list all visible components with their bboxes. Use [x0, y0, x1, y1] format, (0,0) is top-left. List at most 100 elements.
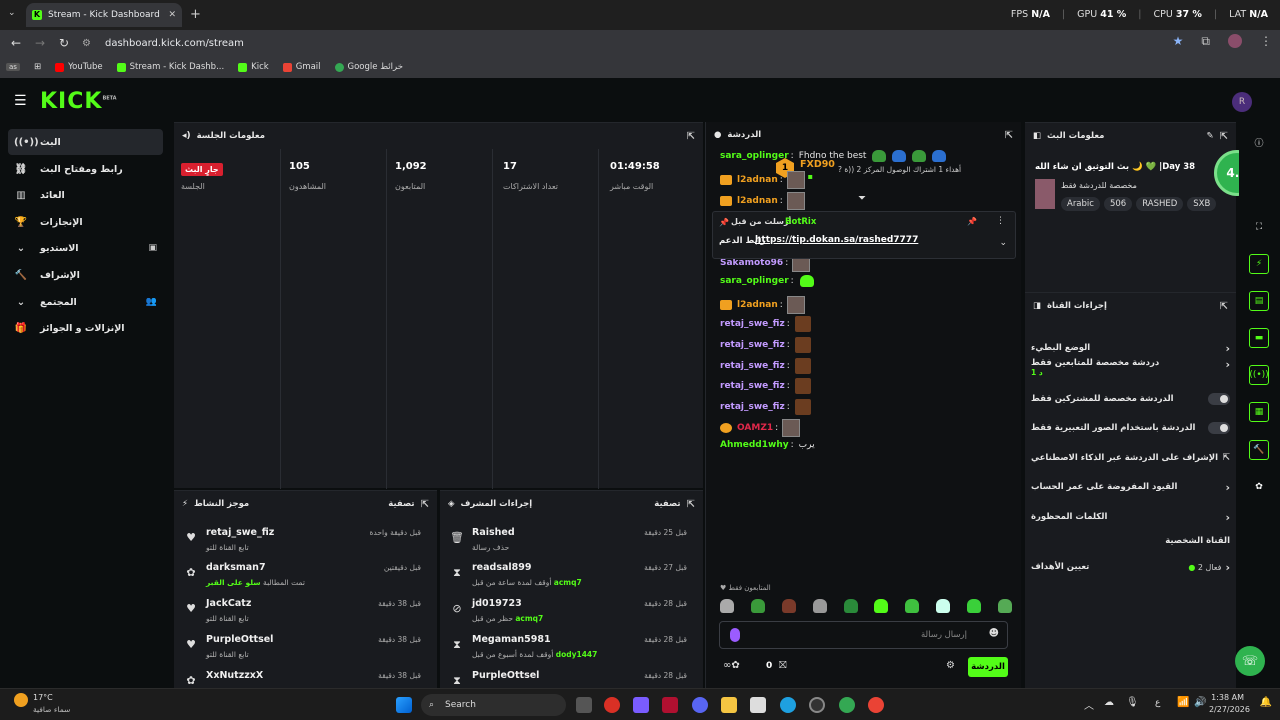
extensions-icon[interactable]: ⧉	[1201, 34, 1210, 49]
infinity-icon[interactable]: ∞✿	[723, 660, 740, 671]
emote-icon[interactable]	[782, 419, 801, 437]
banned-words-row[interactable]: الكلمات المحظورة ›	[1031, 506, 1230, 528]
chat-username[interactable]: l2adnan	[737, 300, 778, 310]
mod-action-user[interactable]: Raished	[472, 527, 515, 538]
tag-chip[interactable]: RASHED	[1136, 197, 1184, 211]
subscribers-only-toggle[interactable]	[1208, 393, 1230, 405]
url-field[interactable]: dashboard.kick.com/stream	[105, 38, 244, 49]
chrome-icon[interactable]	[604, 697, 620, 713]
network-app-icon[interactable]: ☁	[1104, 697, 1114, 708]
activity-user[interactable]: PurpleOttsel	[206, 634, 273, 645]
sidebar-item-community[interactable]: ⌄ المجتمع 👥	[8, 289, 163, 315]
tag-chip[interactable]: SXB	[1187, 197, 1217, 211]
sidebar-item-studio[interactable]: ⌄ الاستديو ▣	[8, 235, 163, 261]
chrome-icon[interactable]	[839, 697, 855, 713]
popout-icon[interactable]: ⇱	[687, 499, 695, 510]
sidebar-item-drops-rewards[interactable]: 🎁 الإنزالات و الجوائز	[8, 315, 163, 341]
chat-username[interactable]: Sakamoto96	[720, 258, 783, 268]
bookmark-star-icon[interactable]: ★	[1173, 34, 1184, 49]
fullscreen-icon[interactable]: ⛶	[1249, 217, 1269, 237]
activity-user[interactable]: JackCatz	[206, 598, 251, 609]
unpin-icon[interactable]: 📌	[967, 217, 977, 226]
popout-icon[interactable]: ⇱	[687, 131, 695, 142]
mic-icon[interactable]: 🎙	[1126, 697, 1139, 708]
emote-icon[interactable]	[812, 599, 827, 613]
back-icon[interactable]: ←	[4, 36, 28, 50]
sidebar-item-achievements[interactable]: 🏆 الإنجازات	[8, 209, 163, 235]
store-icon[interactable]	[750, 697, 766, 713]
info-icon[interactable]: ⓘ	[1249, 132, 1269, 152]
pinned-link[interactable]: https://tip.dokan.sa/rashed7777	[755, 235, 918, 245]
emote-icon[interactable]	[794, 378, 811, 394]
chat-username[interactable]: sara_oplinger	[720, 151, 789, 161]
followers-only-row[interactable]: دردشة مخصصة للمتابعين فقط 1 د ›	[1031, 358, 1230, 384]
apps-shortcut[interactable]: as	[6, 63, 20, 71]
wifi-icon[interactable]: 📶	[1177, 697, 1189, 708]
kick-logo[interactable]: KICKBETA	[40, 89, 117, 114]
bookmark-gmail[interactable]: Gmail	[282, 62, 321, 72]
activity-user[interactable]: darksman7	[206, 562, 266, 573]
tab-close-icon[interactable]: ✕	[168, 10, 176, 20]
set-goals-row[interactable]: تعيين الأهداف ● فعال 2 ›	[1031, 556, 1230, 578]
emote-icon[interactable]	[843, 599, 858, 613]
user-avatar[interactable]: R	[1232, 92, 1252, 112]
notifications-icon[interactable]: 🔔	[1260, 697, 1272, 708]
bookmark-google-maps[interactable]: Google خرائط	[334, 62, 403, 72]
popout-icon[interactable]: ⇱	[1220, 131, 1228, 142]
tag-chip[interactable]: Arabic	[1061, 197, 1100, 211]
discord-icon[interactable]	[692, 697, 708, 713]
popout-icon[interactable]: ⇱	[1005, 130, 1013, 141]
emote-icon[interactable]	[794, 358, 811, 374]
emote-icon[interactable]	[872, 150, 887, 162]
bookmark-kick-dashboard[interactable]: Stream - Kick Dashb...	[116, 62, 224, 72]
input-language[interactable]: ع	[1155, 698, 1160, 708]
volume-icon[interactable]: 🔊	[1194, 697, 1206, 708]
emote-icon[interactable]	[892, 150, 907, 162]
bookmark-kick[interactable]: Kick	[238, 62, 269, 72]
clock-date[interactable]: 2/27/2026	[1209, 705, 1250, 714]
emote-icon[interactable]	[794, 337, 811, 353]
chat-username[interactable]: retaj_swe_fiz	[720, 361, 785, 371]
forward-icon[interactable]: →	[28, 36, 52, 50]
sidebar-item-stream-key[interactable]: ⛓ رابط ومفتاح البث	[8, 156, 163, 182]
browser-menu-icon[interactable]: ⋮	[1260, 34, 1272, 49]
chat-settings-icon[interactable]: ⚙	[946, 660, 955, 671]
chat-username[interactable]: Ahmedd1why	[720, 440, 789, 450]
copilot-icon[interactable]	[633, 697, 649, 713]
taskbar-search[interactable]: ⌕ Search	[421, 694, 566, 716]
support-headset-icon[interactable]: ☏	[1235, 646, 1265, 676]
windows-start-icon[interactable]	[396, 697, 412, 713]
layout-icon[interactable]: ▦	[1249, 402, 1269, 422]
chat-username[interactable]: retaj_swe_fiz	[720, 319, 785, 329]
expand-pinned-icon[interactable]: ⌄	[999, 238, 1007, 248]
tag-chip[interactable]: 506	[1103, 197, 1133, 211]
chat-username[interactable]: sara_oplinger	[720, 276, 789, 286]
pinned-message[interactable]: 📌 أرسلت من قبل BotRix 📌 ⋮ رابط الدعم htt…	[712, 211, 1016, 259]
new-tab-button[interactable]: +	[190, 7, 201, 22]
edge-icon[interactable]	[780, 697, 796, 713]
mod-action-user[interactable]: Megaman5981	[472, 634, 551, 645]
chat-icon[interactable]: ▬	[1249, 328, 1269, 348]
sidebar-item-stream[interactable]: ((•)) البث	[8, 129, 163, 155]
emote-icon[interactable]	[905, 599, 920, 613]
emote-icon[interactable]	[781, 599, 796, 613]
mod-action-user[interactable]: PurpleOttsel	[472, 670, 539, 681]
filter-collapse-icon[interactable]: ⏷	[858, 193, 866, 204]
emote-icon[interactable]	[997, 599, 1012, 613]
activity-user[interactable]: XxNutzzxX	[206, 670, 263, 681]
emote-icon[interactable]	[967, 599, 981, 613]
chat-username[interactable]: retaj_swe_fiz	[720, 402, 785, 412]
emote-icon[interactable]	[936, 599, 951, 613]
apps-grid-icon[interactable]: ⊞	[34, 62, 41, 72]
more-options-icon[interactable]: ⋮	[996, 216, 1005, 226]
slow-mode-row[interactable]: الوضع البطيء ›	[1031, 337, 1230, 359]
bookmark-youtube[interactable]: YouTube	[55, 62, 103, 72]
reload-icon[interactable]: ↻	[52, 36, 76, 50]
emote-icon[interactable]	[912, 150, 927, 162]
file-explorer-icon[interactable]	[721, 697, 737, 713]
send-chat-button[interactable]: الدردشة	[968, 657, 1008, 677]
emote-icon[interactable]	[932, 150, 947, 162]
tray-overflow-icon[interactable]: ︿	[1084, 697, 1094, 712]
broadcast-icon[interactable]: ((•))	[1249, 365, 1269, 385]
activity-user[interactable]: retaj_swe_fiz	[206, 527, 274, 538]
